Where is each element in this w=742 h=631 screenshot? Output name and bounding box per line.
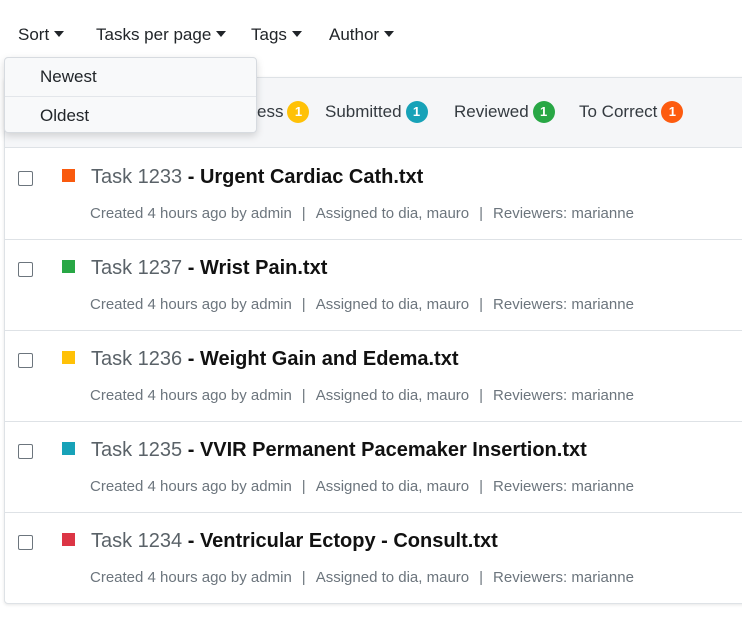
- task-reviewers: Reviewers: marianne: [493, 387, 634, 404]
- tags-dropdown-toggle[interactable]: Tags: [251, 25, 302, 45]
- caret-down-icon: [216, 31, 227, 37]
- task-reviewers: Reviewers: marianne: [493, 296, 634, 313]
- task-number: Task 1236: [91, 348, 183, 370]
- task-meta: Created 4 hours ago by admin | Assigned to…: [90, 205, 634, 222]
- caret-down-icon: [291, 31, 302, 37]
- caret-down-icon: [54, 31, 65, 37]
- sort-dropdown-menu: Newest Oldest: [4, 57, 257, 133]
- status-label: To Correct: [579, 102, 658, 121]
- task-name: - VVIR Permanent Pacemaker Insertion.txt: [182, 439, 587, 461]
- task-status-color-icon: [62, 169, 75, 182]
- status-count-badge: 1: [405, 101, 428, 123]
- task-title-link[interactable]: Task 1236 - Weight Gain and Edema.txt: [91, 348, 459, 371]
- task-assigned: Assigned to dia, mauro: [315, 205, 470, 222]
- task-number: Task 1235: [91, 439, 183, 461]
- task-assigned: Assigned to dia, mauro: [315, 569, 470, 586]
- task-meta: Created 4 hours ago by admin | Assigned to…: [90, 569, 634, 586]
- status-label: Submitted: [325, 102, 402, 121]
- task-assigned: Assigned to dia, mauro: [315, 387, 470, 404]
- task-title-link[interactable]: Task 1234 - Ventricular Ectopy - Consult…: [91, 530, 498, 553]
- task-row: Task 1235 - VVIR Permanent Pacemaker Ins…: [5, 422, 742, 513]
- status-filter-submitted[interactable]: Submitted 1: [325, 101, 428, 123]
- task-created: Created 4 hours ago by admin: [90, 569, 292, 586]
- task-title-link[interactable]: Task 1237 - Wrist Pain.txt: [91, 257, 327, 280]
- status-label: ess: [257, 102, 284, 121]
- tags-label: Tags: [251, 25, 287, 44]
- task-number: Task 1237: [91, 257, 183, 279]
- task-title-link[interactable]: Task 1233 - Urgent Cardiac Cath.txt: [91, 166, 423, 189]
- task-select-checkbox[interactable]: [18, 262, 33, 277]
- status-count-badge: 1: [287, 101, 310, 123]
- sort-option-newest[interactable]: Newest: [5, 58, 256, 96]
- author-dropdown-toggle[interactable]: Author: [329, 25, 395, 45]
- sort-dropdown-toggle[interactable]: Sort: [18, 25, 65, 45]
- status-count-badge: 1: [532, 101, 555, 123]
- sort-label: Sort: [18, 25, 50, 44]
- task-number: Task 1234: [91, 530, 183, 552]
- task-select-checkbox[interactable]: [18, 353, 33, 368]
- caret-down-icon: [384, 31, 395, 37]
- task-name: - Ventricular Ectopy - Consult.txt: [182, 530, 498, 552]
- tasks-per-page-label: Tasks per page: [96, 25, 212, 44]
- task-assigned: Assigned to dia, mauro: [315, 478, 470, 495]
- task-meta: Created 4 hours ago by admin | Assigned to…: [90, 296, 634, 313]
- task-row: Task 1236 - Weight Gain and Edema.txt Cr…: [5, 331, 742, 422]
- task-created: Created 4 hours ago by admin: [90, 205, 292, 222]
- task-name: - Urgent Cardiac Cath.txt: [182, 166, 424, 188]
- status-count-badge: 1: [661, 101, 684, 123]
- task-status-color-icon: [62, 351, 75, 364]
- task-meta: Created 4 hours ago by admin | Assigned to…: [90, 478, 634, 495]
- task-status-color-icon: [62, 260, 75, 273]
- task-number: Task 1233: [91, 166, 183, 188]
- status-label: Reviewed: [454, 102, 529, 121]
- task-name: - Weight Gain and Edema.txt: [182, 348, 459, 370]
- task-reviewers: Reviewers: marianne: [493, 478, 634, 495]
- tasks-per-page-dropdown-toggle[interactable]: Tasks per page: [96, 25, 227, 45]
- status-filter-to-correct[interactable]: To Correct 1: [579, 101, 684, 123]
- task-status-color-icon: [62, 533, 75, 546]
- status-filter-reviewed[interactable]: Reviewed 1: [454, 101, 555, 123]
- task-reviewers: Reviewers: marianne: [493, 569, 634, 586]
- task-created: Created 4 hours ago by admin: [90, 478, 292, 495]
- task-reviewers: Reviewers: marianne: [493, 205, 634, 222]
- task-meta: Created 4 hours ago by admin | Assigned to…: [90, 387, 634, 404]
- task-status-color-icon: [62, 442, 75, 455]
- task-list-card: ess 1 Submitted 1 Reviewed 1 To Correct 1 Ta…: [4, 77, 742, 604]
- task-created: Created 4 hours ago by admin: [90, 387, 292, 404]
- task-select-checkbox[interactable]: [18, 171, 33, 186]
- status-filter-in-progress[interactable]: ess 1: [257, 101, 310, 123]
- task-row: Task 1234 - Ventricular Ectopy - Consult…: [5, 513, 742, 603]
- task-select-checkbox[interactable]: [18, 535, 33, 550]
- task-name: - Wrist Pain.txt: [182, 257, 328, 279]
- task-assigned: Assigned to dia, mauro: [315, 296, 470, 313]
- task-created: Created 4 hours ago by admin: [90, 296, 292, 313]
- sort-option-oldest[interactable]: Oldest: [5, 96, 256, 134]
- task-row: Task 1233 - Urgent Cardiac Cath.txt Crea…: [5, 149, 742, 240]
- task-select-checkbox[interactable]: [18, 444, 33, 459]
- author-label: Author: [329, 25, 380, 44]
- task-title-link[interactable]: Task 1235 - VVIR Permanent Pacemaker Ins…: [91, 439, 587, 462]
- task-row: Task 1237 - Wrist Pain.txt Created 4 hou…: [5, 240, 742, 331]
